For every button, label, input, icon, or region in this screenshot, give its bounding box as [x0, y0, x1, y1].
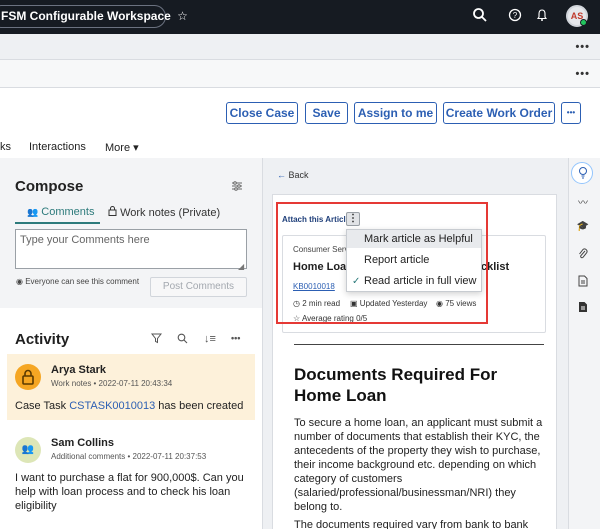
right-rail — [568, 158, 600, 529]
create-work-order-button[interactable]: Create Work Order — [443, 102, 555, 124]
back-link[interactable]: ← Back — [277, 170, 309, 180]
activity-icon[interactable]: 〰 — [576, 194, 590, 209]
svg-text:?: ? — [513, 11, 518, 20]
bell-icon[interactable] — [536, 7, 548, 28]
visibility-note: ◉ Everyone can see this comment — [16, 277, 140, 286]
document-title: Documents Required For Home Loan — [294, 365, 498, 405]
save-button[interactable]: Save — [305, 102, 348, 124]
tab-more[interactable]: More ▾ — [105, 141, 139, 154]
presence-indicator — [580, 19, 587, 26]
graduation-cap-icon[interactable]: 🎓 — [576, 221, 590, 232]
tab-comments-label: Comments — [41, 206, 95, 218]
filter-icon[interactable] — [150, 333, 163, 347]
comment-input[interactable]: Type your Comments here — [15, 229, 247, 269]
tab-interactions[interactable]: Interactions — [29, 141, 86, 153]
search-icon[interactable] — [472, 7, 488, 28]
file-icon[interactable] — [576, 301, 590, 316]
activity-text: Case Task CSTASK0010013 has been created — [15, 400, 244, 412]
activity-meta: Additional comments • 2022-07-11 20:37:5… — [51, 452, 207, 461]
settings-icon[interactable] — [231, 180, 243, 195]
tab-work-notes-label: Work notes (Private) — [120, 207, 221, 219]
toolbar-more-button[interactable]: ••• — [575, 41, 590, 53]
activity-title: Activity — [15, 331, 70, 348]
document-icon[interactable] — [576, 275, 590, 290]
document-body: To secure a home loan, an applicant must… — [294, 417, 543, 513]
tab-comments[interactable]: 👥 Comments — [27, 206, 94, 218]
activity-text-line: eligibility — [15, 500, 57, 512]
activity-more-icon[interactable]: ••• — [231, 333, 240, 343]
app-title-pill[interactable]: FSM Configurable Workspace ☆ — [0, 5, 188, 28]
tab-work-notes[interactable]: Work notes (Private) — [108, 206, 220, 219]
activity-text-line: help with loan process and to check his … — [15, 486, 231, 498]
secondary-toolbar: ••• — [0, 34, 600, 60]
resize-handle-icon[interactable]: ◢ — [238, 262, 244, 271]
menu-item-report[interactable]: Report article — [364, 254, 429, 266]
star-icon[interactable]: ☆ — [177, 9, 188, 23]
activity-text-line: I want to purchase a flat for 900,000$. … — [15, 472, 244, 484]
menu-item-read-full[interactable]: Read article in full view — [364, 275, 477, 287]
post-comments-button[interactable]: Post Comments — [150, 277, 247, 297]
check-icon: ✓ — [352, 276, 361, 287]
search-activity-icon[interactable] — [177, 333, 188, 347]
activity-author: Sam Collins — [51, 437, 114, 449]
paperclip-icon[interactable] — [576, 248, 590, 263]
close-case-button[interactable]: Close Case — [226, 102, 298, 124]
arrow-left-icon: ← — [277, 170, 286, 180]
more-actions-button[interactable]: ••• — [561, 102, 581, 124]
lock-avatar-icon — [15, 364, 41, 390]
compose-title: Compose — [15, 178, 84, 195]
lightbulb-icon[interactable] — [576, 166, 590, 182]
menu-item-mark-helpful[interactable]: Mark article as Helpful — [364, 233, 473, 245]
eye-icon: ◉ — [16, 277, 23, 286]
tab-partial[interactable]: ks — [0, 141, 11, 153]
tertiary-toolbar: ••• — [0, 60, 600, 88]
article-divider — [294, 344, 544, 345]
task-link[interactable]: CSTASK0010013 — [69, 400, 155, 412]
toolbar-more-button-2[interactable]: ••• — [575, 68, 590, 80]
assign-to-me-button[interactable]: Assign to me — [354, 102, 437, 124]
activity-author: Arya Stark — [51, 364, 107, 376]
help-icon[interactable]: ? — [508, 7, 522, 28]
active-tab-indicator — [15, 222, 100, 224]
app-title: FSM Configurable Workspace — [1, 9, 171, 23]
activity-meta: Work notes • 2022-07-11 20:43:34 — [51, 379, 173, 388]
group-avatar-icon: 👥 — [15, 437, 41, 463]
users-icon: 👥 — [27, 207, 39, 217]
document-body-continued: The documents required vary from bank to… — [294, 519, 529, 529]
lock-icon — [108, 206, 120, 219]
sort-icon[interactable]: ↓≡ — [204, 333, 216, 345]
